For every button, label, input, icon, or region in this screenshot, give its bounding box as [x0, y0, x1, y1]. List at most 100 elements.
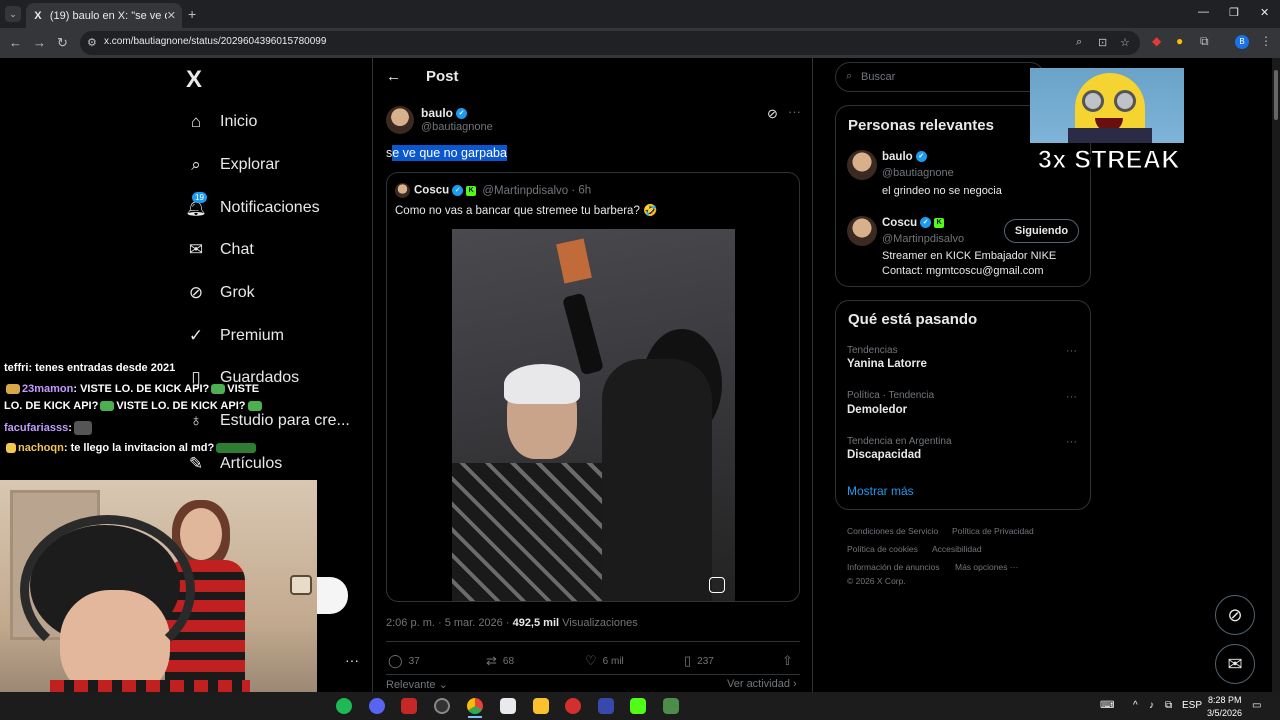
forward-arrow-icon[interactable]: →	[33, 35, 46, 50]
author-handle[interactable]: @bautiagnone	[421, 121, 493, 133]
person-handle[interactable]: @bautiagnone	[882, 167, 954, 179]
nav-item-notificaciones[interactable]: 🔔︎ 19 Notificaciones	[185, 192, 320, 222]
person-handle[interactable]: @Martinpdisalvo	[882, 233, 964, 245]
footer-link[interactable]: Información de anuncios	[847, 562, 940, 572]
trend-name[interactable]: Yanina Latorre	[847, 358, 927, 370]
footer-link[interactable]: Más opciones ···	[955, 562, 1018, 572]
browser-tab[interactable]: X (19) baulo en X: "se ve que no garpaba…	[26, 3, 182, 28]
nav-item-grok[interactable]: ⊘ Grok	[186, 279, 255, 307]
quote-author-avatar[interactable]	[395, 183, 410, 198]
grok-explain-icon[interactable]: ⊘	[767, 106, 778, 122]
restore-button[interactable]: ❐	[1229, 6, 1239, 19]
nav-item-premium[interactable]: ✓ Premium	[186, 322, 284, 350]
zoom-icon[interactable]: ⌕	[1076, 36, 1082, 49]
show-more-link[interactable]: Mostrar más	[847, 484, 914, 498]
url-text[interactable]: x.com/bautiagnone/status/202960439601578…	[104, 36, 326, 47]
author-avatar[interactable]	[386, 106, 414, 134]
person-avatar[interactable]	[847, 216, 877, 246]
media-fullscreen-icon[interactable]	[709, 577, 725, 593]
tray-chevron-icon[interactable]: ^	[1133, 700, 1138, 711]
reply-sort-dropdown[interactable]: Relevante ⌄	[386, 678, 448, 691]
opera-icon[interactable]	[565, 698, 581, 714]
post-timestamp[interactable]: 2:06 p. m. · 5 mar. 2026 ·	[386, 617, 510, 629]
person-avatar[interactable]	[847, 150, 877, 180]
tab-close-icon[interactable]: ✕	[167, 9, 176, 22]
footer-link[interactable]: Política de cookies	[847, 544, 918, 554]
panel-title: Personas relevantes	[848, 117, 994, 134]
bookmark-button[interactable]: ▯ 237	[684, 653, 714, 669]
minimize-button[interactable]: —	[1198, 6, 1209, 18]
network-icon[interactable]: ⧉	[1165, 700, 1172, 711]
file-explorer-icon[interactable]	[533, 698, 549, 714]
notifications-icon[interactable]: ▭	[1252, 700, 1261, 711]
extension-icon[interactable]: ◆	[1152, 34, 1161, 48]
app-icon[interactable]	[500, 698, 516, 714]
post-media-video[interactable]	[452, 229, 735, 601]
clock-date[interactable]: 3/5/2026	[1207, 708, 1242, 718]
volume-icon[interactable]: ♪	[1149, 700, 1154, 711]
page-scrollbar[interactable]	[1272, 58, 1280, 692]
trend-more-icon[interactable]: ···	[1066, 391, 1077, 403]
new-tab-button[interactable]: +	[188, 6, 196, 22]
omnibox[interactable]: ⚙ x.com/bautiagnone/status/2029604396015…	[80, 31, 1140, 55]
following-button[interactable]: Siguiendo	[1004, 219, 1079, 243]
app-icon[interactable]	[401, 698, 417, 714]
site-info-icon[interactable]: ⚙	[87, 36, 97, 49]
nav-item-inicio[interactable]: ⌂ Inicio	[186, 108, 258, 136]
clock-time[interactable]: 8:28 PM	[1208, 695, 1242, 705]
share-button[interactable]: ⇧	[782, 653, 799, 669]
chrome-icon[interactable]	[467, 698, 483, 714]
footer-link[interactable]: Condiciones de Servicio	[847, 526, 938, 536]
language-indicator[interactable]: ESP	[1182, 700, 1202, 711]
grok-fab-icon[interactable]: ⊘	[1215, 595, 1255, 635]
person-name[interactable]: Coscu ✓ K	[882, 217, 945, 229]
home-icon: ⌂	[190, 112, 202, 131]
like-button[interactable]: ♡ 6 mil	[585, 653, 624, 669]
nav-item-explorar[interactable]: ⌕ Explorar	[186, 151, 279, 179]
nav-item-label: Chat	[220, 241, 254, 258]
view-activity-link[interactable]: Ver actividad ›	[727, 678, 797, 690]
bookmark-count: 237	[697, 655, 714, 667]
post-compose-button[interactable]	[317, 577, 348, 614]
author-name[interactable]: baulo ✓	[421, 106, 467, 120]
trend-more-icon[interactable]: ···	[1066, 436, 1077, 448]
quote-author-name[interactable]: Coscu	[414, 185, 449, 197]
app-icon[interactable]	[663, 698, 679, 714]
search-input[interactable]: ⌕ Buscar	[835, 62, 1045, 92]
obs-icon[interactable]	[434, 698, 450, 714]
messages-fab-icon[interactable]: ✉	[1215, 644, 1255, 684]
person-name[interactable]: baulo ✓	[882, 151, 927, 163]
footer-link[interactable]: Accesibilidad	[932, 544, 982, 554]
tab-list-button[interactable]: ⌄	[5, 6, 21, 22]
extension-2-icon[interactable]: ●	[1176, 34, 1183, 48]
trend-name[interactable]: Demoledor	[847, 404, 907, 416]
more-options-icon[interactable]: ···	[788, 104, 801, 119]
footer-link[interactable]: Política de Privacidad	[952, 526, 1034, 536]
scroll-thumb[interactable]	[1274, 70, 1278, 120]
discord-icon[interactable]	[369, 698, 385, 714]
trend-name[interactable]: Discapacidad	[847, 449, 921, 461]
spotify-icon[interactable]	[336, 698, 352, 714]
back-arrow-icon[interactable]: ←	[386, 68, 401, 85]
reply-button[interactable]: ◯ 37	[388, 653, 420, 669]
profile-avatar[interactable]: B	[1235, 35, 1249, 49]
quote-author-handle[interactable]: @Martinpdisalvo	[482, 185, 568, 197]
trend-more-icon[interactable]: ···	[1066, 345, 1077, 357]
kick-icon[interactable]	[630, 698, 646, 714]
browser-menu-icon[interactable]: ⋮	[1260, 34, 1272, 48]
bookmark-star-icon[interactable]: ☆	[1120, 36, 1130, 49]
install-app-icon[interactable]: ⊡	[1098, 36, 1107, 49]
quoted-post-card[interactable]: Coscu ✓ K @Martinpdisalvo · 6h Como no vas…	[386, 172, 800, 602]
x-logo-icon[interactable]: X	[186, 66, 202, 94]
chat-emote-icon	[211, 384, 226, 395]
repost-button[interactable]: ⇄ 68	[486, 653, 514, 669]
window-close-button[interactable]: ✕	[1260, 6, 1269, 19]
extensions-puzzle-icon[interactable]: ⧉	[1200, 34, 1209, 49]
account-more-icon[interactable]: ···	[345, 652, 359, 668]
back-arrow-icon[interactable]: ←	[9, 35, 22, 50]
keyboard-icon[interactable]: ⌨	[1100, 700, 1114, 711]
reload-icon[interactable]: ↻	[57, 35, 68, 51]
app-icon[interactable]	[598, 698, 614, 714]
nav-item-chat[interactable]: ✉ Chat	[186, 236, 254, 264]
nav-item-articulos[interactable]: ✎ Artículos	[186, 450, 282, 478]
